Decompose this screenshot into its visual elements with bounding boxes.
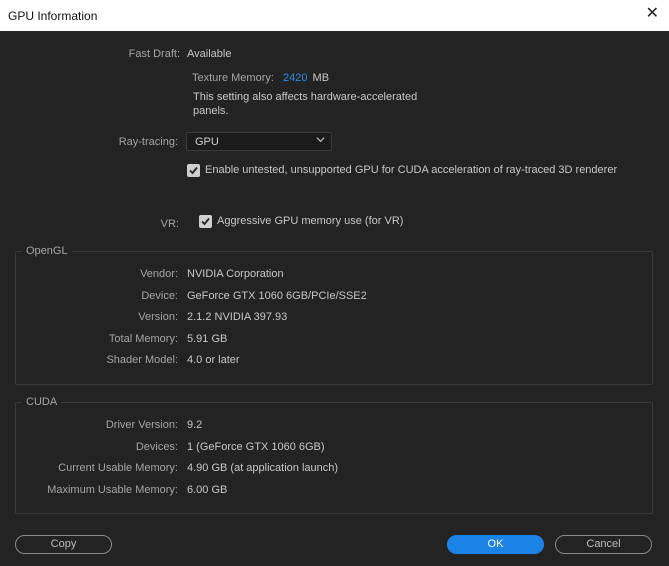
opengl-vendor-value: NVIDIA Corporation bbox=[187, 268, 284, 280]
fast-draft-value: Available bbox=[187, 48, 232, 60]
title-bar: GPU Information ✕ bbox=[0, 0, 669, 31]
cancel-button[interactable]: Cancel bbox=[555, 535, 652, 554]
cuda-max-memory-label: Maximum Usable Memory: bbox=[47, 484, 178, 496]
opengl-version-label: Version: bbox=[138, 311, 178, 323]
vr-memory-checkbox-label: Aggressive GPU memory use (for VR) bbox=[217, 215, 404, 227]
texture-memory-label: Texture Memory: bbox=[192, 72, 274, 84]
texture-note-line1: This setting also affects hardware-accel… bbox=[193, 91, 418, 103]
window-title: GPU Information bbox=[8, 9, 98, 23]
ok-button[interactable]: OK bbox=[447, 535, 544, 554]
cuda-driver-version-value: 9.2 bbox=[187, 419, 203, 431]
copy-button[interactable]: Copy bbox=[15, 535, 112, 554]
cuda-group-title: CUDA bbox=[22, 396, 62, 408]
texture-memory-unit: MB bbox=[312, 72, 330, 84]
cuda-devices-value: 1 (GeForce GTX 1060 6GB) bbox=[187, 441, 325, 453]
close-icon[interactable]: ✕ bbox=[646, 6, 659, 22]
ray-tracing-selected: GPU bbox=[195, 136, 219, 148]
vr-label: VR: bbox=[160, 218, 179, 230]
cuda-max-memory-value: 6.00 GB bbox=[187, 484, 228, 496]
checkmark-icon bbox=[201, 217, 210, 226]
chevron-down-icon bbox=[316, 135, 325, 146]
cuda-driver-version-label: Driver Version: bbox=[105, 419, 178, 431]
cuda-current-memory-value: 4.90 GB (at application launch) bbox=[187, 462, 339, 474]
texture-memory-row: Texture Memory: 2420 MB bbox=[192, 72, 329, 84]
opengl-device-label: Device: bbox=[141, 290, 178, 302]
opengl-version-value: 2.1.2 NVIDIA 397.93 bbox=[187, 311, 288, 323]
cuda-current-memory-label: Current Usable Memory: bbox=[58, 462, 178, 474]
fast-draft-label: Fast Draft: bbox=[128, 48, 180, 60]
opengl-vendor-label: Vendor: bbox=[140, 268, 178, 280]
cuda-raytrace-checkbox[interactable] bbox=[187, 164, 200, 177]
ray-tracing-label: Ray-tracing: bbox=[118, 136, 178, 148]
vr-memory-checkbox[interactable] bbox=[199, 215, 212, 228]
cuda-devices-label: Devices: bbox=[135, 441, 178, 453]
texture-memory-value[interactable]: 2420 bbox=[283, 72, 307, 84]
opengl-total-memory-value: 5.91 GB bbox=[187, 333, 228, 345]
checkmark-icon bbox=[189, 166, 198, 175]
opengl-device-value: GeForce GTX 1060 6GB/PCIe/SSE2 bbox=[187, 290, 367, 302]
opengl-shader-model-value: 4.0 or later bbox=[187, 354, 240, 366]
opengl-total-memory-label: Total Memory: bbox=[108, 333, 178, 345]
cuda-raytrace-checkbox-label: Enable untested, unsupported GPU for CUD… bbox=[205, 164, 618, 176]
texture-note-line2: panels. bbox=[193, 105, 229, 117]
ray-tracing-select[interactable]: GPU bbox=[186, 132, 332, 151]
opengl-shader-model-label: Shader Model: bbox=[106, 354, 178, 366]
opengl-group-title: OpenGL bbox=[22, 245, 72, 257]
